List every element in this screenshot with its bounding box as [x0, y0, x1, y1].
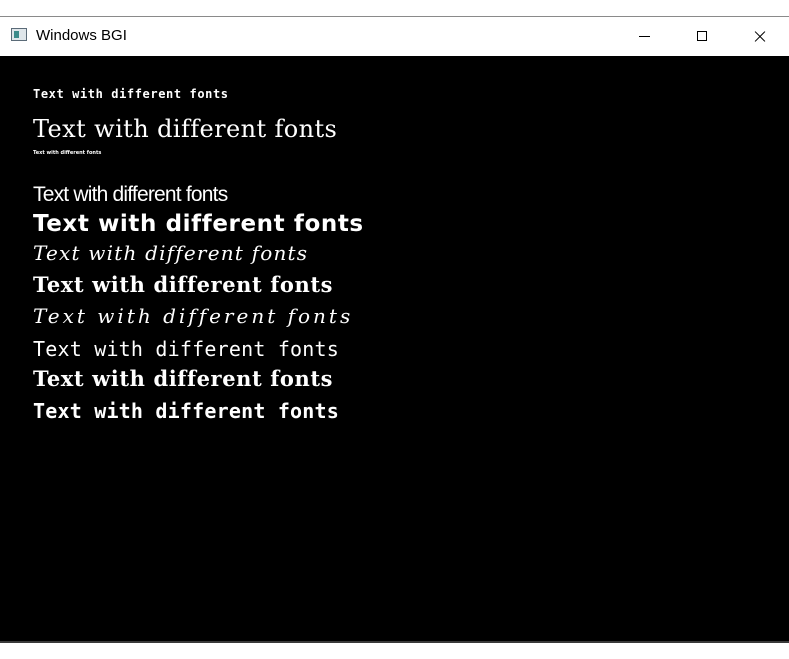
text-line-gothic-font: Text with different fonts: [33, 211, 364, 237]
text-line-simplex-font: Text with different fonts: [33, 272, 334, 297]
text-line-small-font: Text with different fonts: [33, 150, 102, 156]
title-bar[interactable]: Windows BGI: [0, 17, 789, 55]
screen: Windows BGI Text with different fonts Te…: [0, 0, 789, 659]
text-line-script-font: Text with different fonts: [33, 241, 309, 265]
maximize-button[interactable]: [673, 17, 731, 55]
text-line-sans-serif-font: Text with different fonts: [33, 183, 228, 206]
text-line-default-font: Text with different fonts: [33, 87, 229, 101]
maximize-icon: [697, 31, 707, 41]
text-line-triplex-font: Text with different fonts: [33, 115, 338, 143]
close-button[interactable]: [731, 17, 789, 55]
graphics-canvas: Text with different fonts Text with diff…: [0, 56, 789, 641]
text-line-european-font: Text with different fonts: [33, 366, 334, 391]
window-app-icon-pane: [14, 31, 19, 38]
window-app-icon[interactable]: [11, 28, 27, 41]
text-line-triplex-script-font: Text with different fonts: [33, 304, 354, 328]
close-icon: [753, 29, 767, 43]
text-line-bold-font: Text with different fonts: [33, 399, 340, 423]
bgi-window: Windows BGI Text with different fonts Te…: [0, 16, 789, 643]
window-title: Windows BGI: [36, 27, 127, 44]
text-line-complex-font: Text with different fonts: [33, 337, 340, 361]
window-bottom-border: [0, 641, 789, 643]
minimize-button[interactable]: [615, 17, 673, 55]
minimize-icon: [638, 35, 650, 37]
